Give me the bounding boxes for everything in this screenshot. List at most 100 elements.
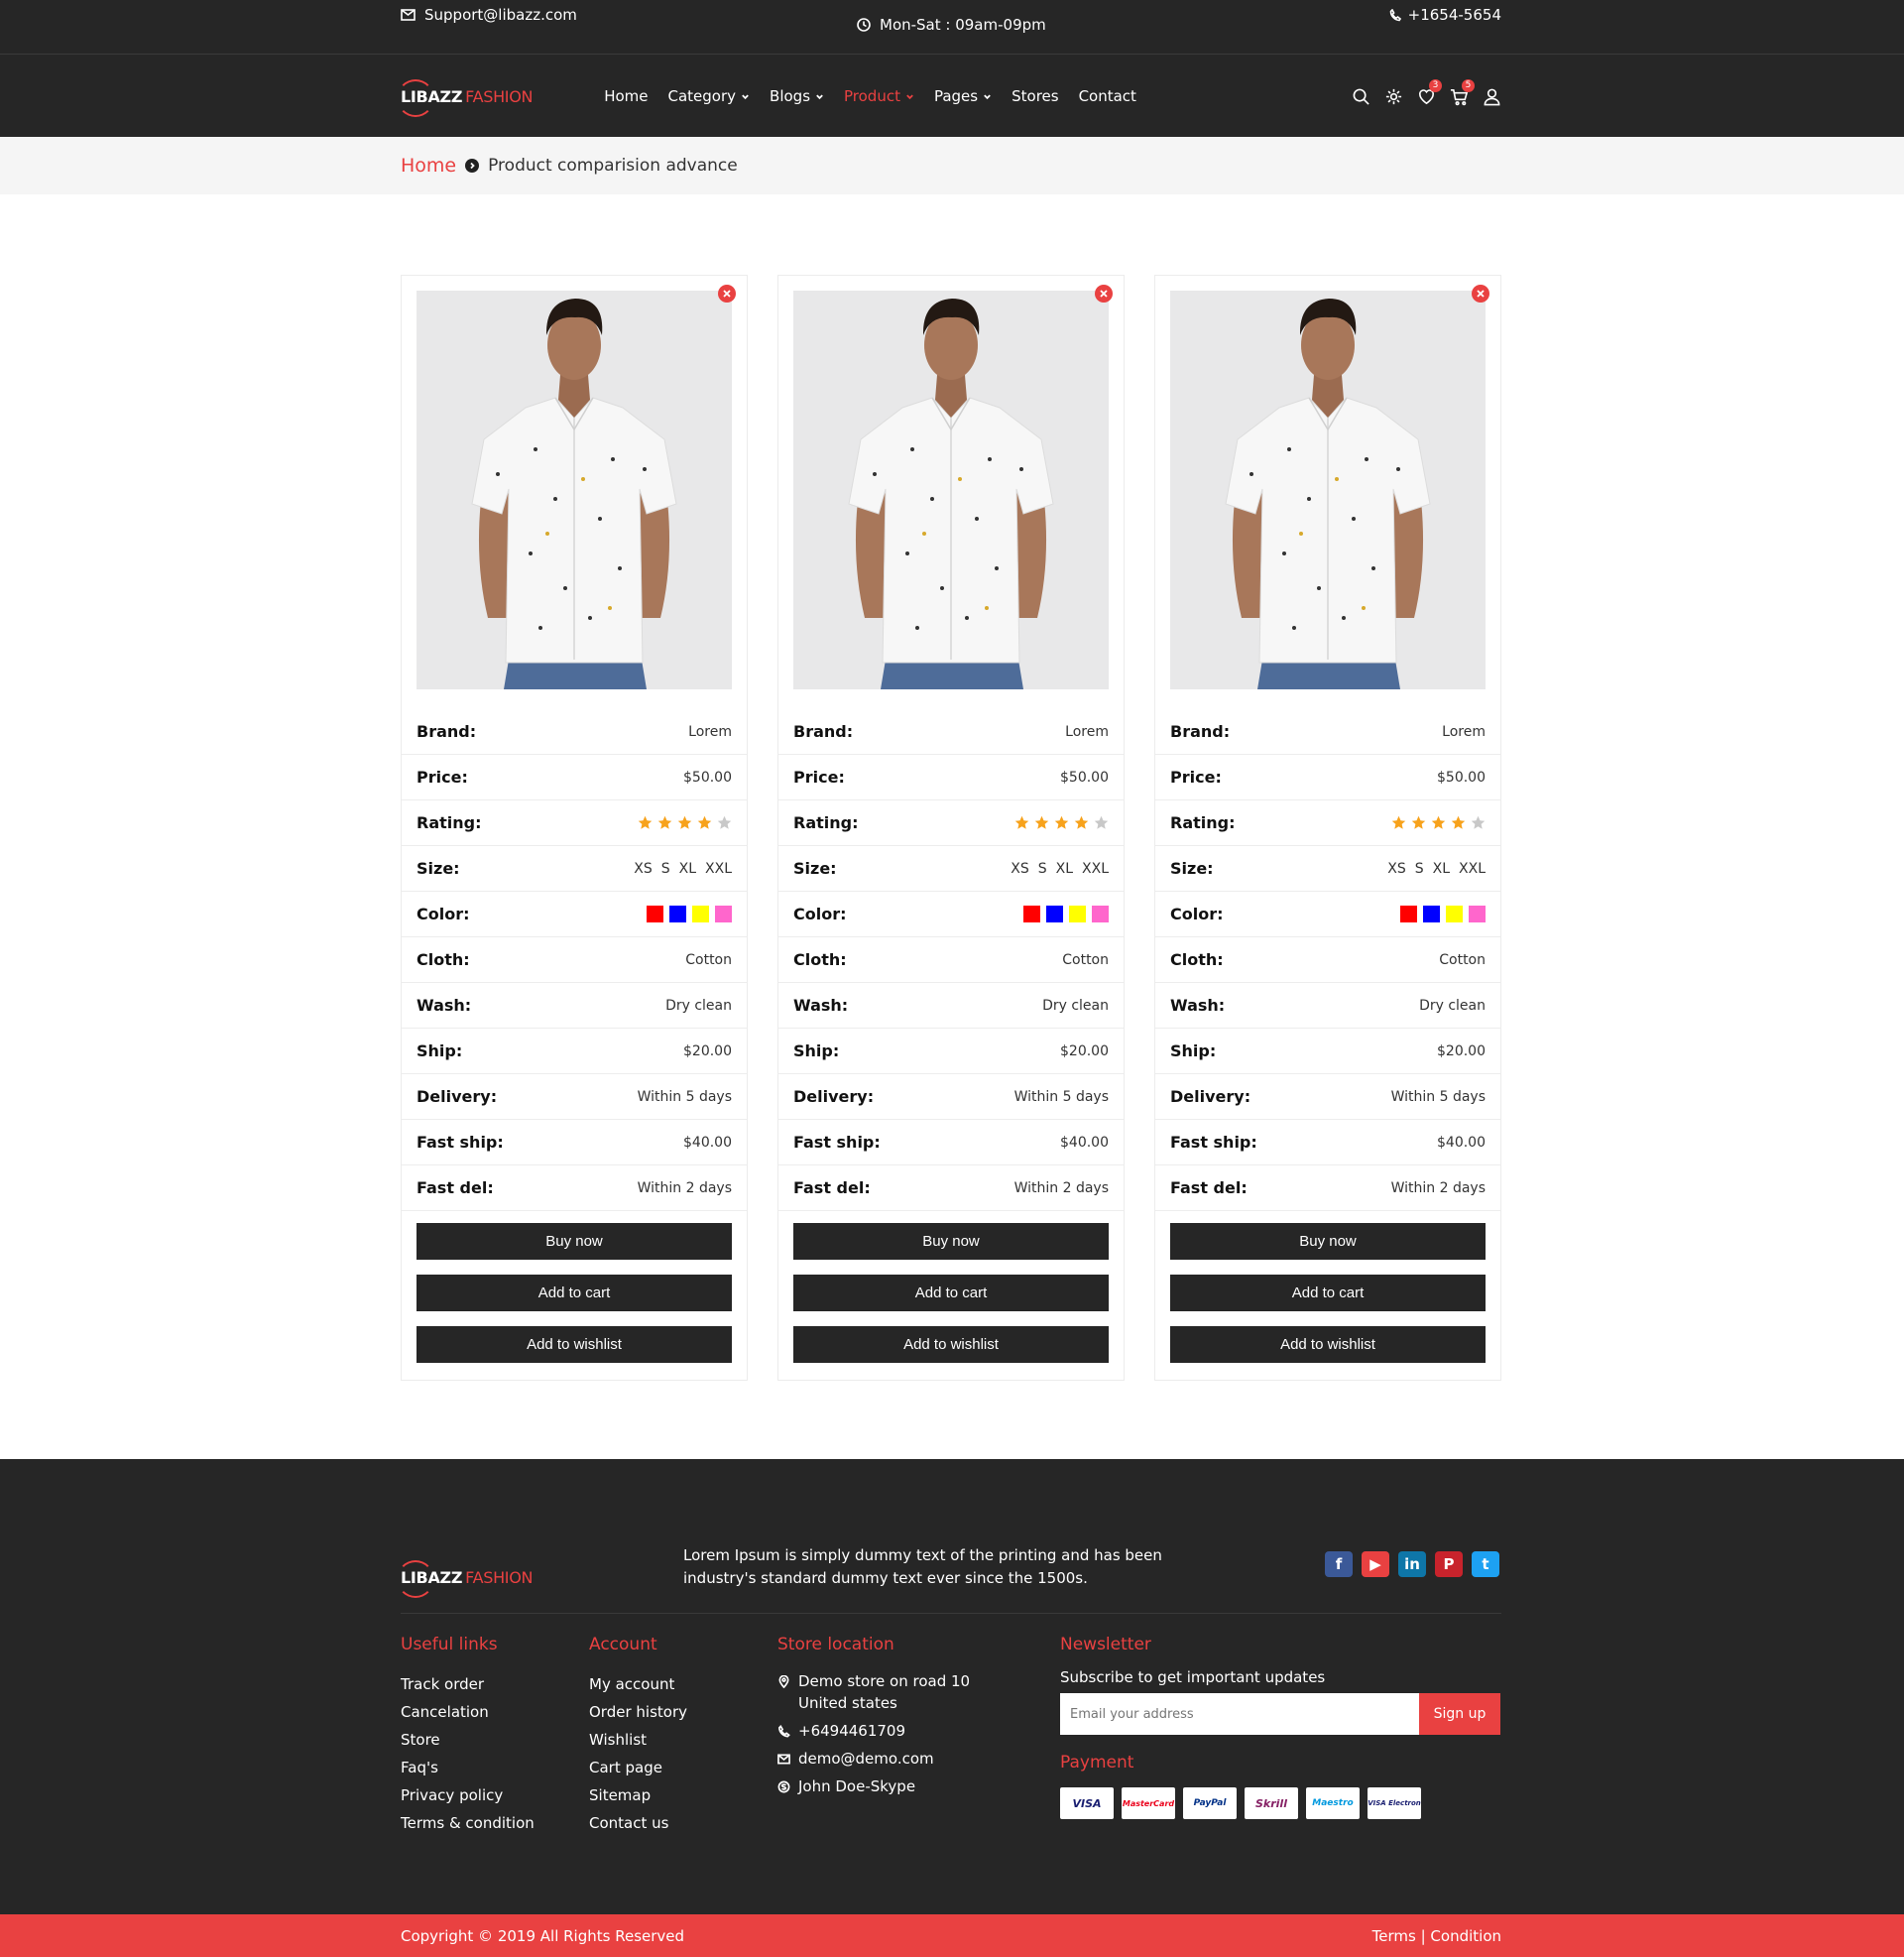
product-image[interactable]	[416, 291, 732, 689]
size-option[interactable]: XS	[1011, 861, 1028, 877]
nav-item-home[interactable]: Home	[604, 87, 648, 105]
spec-row-ship: Ship: $20.00	[778, 1029, 1124, 1074]
color-swatch[interactable]	[1469, 906, 1486, 922]
nav-item-stores[interactable]: Stores	[1012, 87, 1058, 105]
rating-stars	[1014, 815, 1109, 830]
footer-link-privacy[interactable]: Privacy policy	[401, 1781, 535, 1809]
color-swatch[interactable]	[1046, 906, 1063, 922]
size-option[interactable]: XXL	[1082, 861, 1109, 877]
newsletter-signup-button[interactable]: Sign up	[1419, 1693, 1500, 1735]
account-button[interactable]	[1483, 87, 1501, 106]
color-swatch[interactable]	[1400, 906, 1417, 922]
footer-link-cart[interactable]: Cart page	[589, 1754, 687, 1781]
account-column: Account My account Order history Wishlis…	[589, 1635, 687, 1837]
remove-product-button[interactable]	[1095, 285, 1113, 303]
size-option[interactable]: S	[1038, 861, 1047, 877]
opening-hours: Mon-Sat : 09am-09pm	[857, 16, 1046, 34]
brand-logo[interactable]: LIBAZZ FASHION	[397, 78, 534, 117]
remove-product-button[interactable]	[1472, 285, 1489, 303]
product-image[interactable]	[1170, 291, 1486, 689]
color-swatch[interactable]	[1423, 906, 1440, 922]
color-swatch[interactable]	[715, 906, 732, 922]
color-swatch[interactable]	[1092, 906, 1109, 922]
settings-button[interactable]	[1384, 87, 1403, 106]
social-links: f ▶ in P t	[1325, 1551, 1499, 1577]
color-options	[647, 906, 732, 922]
breadcrumb-home-link[interactable]: Home	[401, 155, 456, 177]
color-swatch[interactable]	[1023, 906, 1040, 922]
mail-icon	[777, 1754, 790, 1765]
store-phone[interactable]: +6494461709	[777, 1720, 970, 1742]
spec-row-color: Color:	[1155, 892, 1500, 937]
size-option[interactable]: S	[1415, 861, 1424, 877]
size-option[interactable]: XXL	[1459, 861, 1486, 877]
linkedin-icon[interactable]: in	[1398, 1551, 1426, 1577]
size-option[interactable]: XS	[1387, 861, 1405, 877]
size-option[interactable]: XXL	[705, 861, 732, 877]
remove-product-button[interactable]	[718, 285, 736, 303]
cart-button[interactable]: 5	[1450, 78, 1475, 106]
nav-item-contact[interactable]: Contact	[1079, 87, 1136, 105]
size-option[interactable]: S	[661, 861, 670, 877]
nav-item-blogs[interactable]: Blogs	[770, 87, 824, 105]
add-to-wishlist-button[interactable]: Add to wishlist	[793, 1326, 1109, 1363]
footer-link-cancelation[interactable]: Cancelation	[401, 1698, 535, 1726]
buy-now-button[interactable]: Buy now	[793, 1223, 1109, 1260]
footer-link-wishlist[interactable]: Wishlist	[589, 1726, 687, 1754]
footer-link-faqs[interactable]: Faq's	[401, 1754, 535, 1781]
terms-link[interactable]: Terms | Condition	[1372, 1927, 1501, 1945]
store-email[interactable]: demo@demo.com	[777, 1748, 970, 1770]
add-to-cart-button[interactable]: Add to cart	[793, 1275, 1109, 1311]
spec-value: $20.00	[1060, 1042, 1109, 1059]
size-option[interactable]: XL	[679, 861, 696, 877]
footer-logo[interactable]: LIBAZZ FASHION	[397, 1560, 534, 1598]
spec-value: $50.00	[1060, 769, 1109, 786]
star-icon	[1014, 815, 1029, 829]
twitter-icon[interactable]: t	[1472, 1551, 1499, 1577]
footer-link-my-account[interactable]: My account	[589, 1670, 687, 1698]
spec-label: Price:	[793, 768, 845, 787]
nav-item-product[interactable]: Product	[844, 87, 914, 105]
size-option[interactable]: XS	[634, 861, 652, 877]
spec-row-size: Size: XS S XL XXL	[1155, 846, 1500, 892]
spec-label: Rating:	[793, 813, 859, 832]
spec-value: Cotton	[1062, 951, 1109, 968]
nav-item-pages[interactable]: Pages	[934, 87, 992, 105]
nav-item-category[interactable]: Category	[668, 87, 751, 105]
color-swatch[interactable]	[647, 906, 663, 922]
support-phone[interactable]: +1654-5654	[1389, 6, 1501, 24]
color-swatch[interactable]	[692, 906, 709, 922]
spec-row-color: Color:	[778, 892, 1124, 937]
store-skype[interactable]: John Doe-Skype	[777, 1775, 970, 1797]
skrill-icon: Skrill	[1245, 1787, 1298, 1819]
color-swatch[interactable]	[669, 906, 686, 922]
footer-link-store[interactable]: Store	[401, 1726, 535, 1754]
newsletter-email-input[interactable]	[1060, 1693, 1419, 1735]
footer-link-terms[interactable]: Terms & condition	[401, 1809, 535, 1837]
size-option[interactable]: XL	[1056, 861, 1073, 877]
support-email[interactable]: Support@libazz.com	[401, 6, 577, 24]
facebook-icon[interactable]: f	[1325, 1551, 1353, 1577]
search-button[interactable]	[1352, 87, 1370, 106]
youtube-icon[interactable]: ▶	[1362, 1551, 1389, 1577]
spec-label: Brand:	[416, 722, 477, 741]
pinterest-icon[interactable]: P	[1435, 1551, 1463, 1577]
add-to-cart-button[interactable]: Add to cart	[1170, 1275, 1486, 1311]
color-swatch[interactable]	[1446, 906, 1463, 922]
wishlist-button[interactable]: 3	[1417, 78, 1442, 106]
product-image[interactable]	[793, 291, 1109, 689]
size-option[interactable]: XL	[1433, 861, 1450, 877]
add-to-cart-button[interactable]: Add to cart	[416, 1275, 732, 1311]
add-to-wishlist-button[interactable]: Add to wishlist	[416, 1326, 732, 1363]
buy-now-button[interactable]: Buy now	[1170, 1223, 1486, 1260]
spec-label: Cloth:	[1170, 950, 1224, 969]
footer-link-order-history[interactable]: Order history	[589, 1698, 687, 1726]
footer-link-track-order[interactable]: Track order	[401, 1670, 535, 1698]
color-swatch[interactable]	[1069, 906, 1086, 922]
footer-link-contact[interactable]: Contact us	[589, 1809, 687, 1837]
buy-now-button[interactable]: Buy now	[416, 1223, 732, 1260]
footer-link-sitemap[interactable]: Sitemap	[589, 1781, 687, 1809]
nav-label: Pages	[933, 87, 979, 105]
cart-count-badge: 5	[1462, 78, 1475, 92]
add-to-wishlist-button[interactable]: Add to wishlist	[1170, 1326, 1486, 1363]
